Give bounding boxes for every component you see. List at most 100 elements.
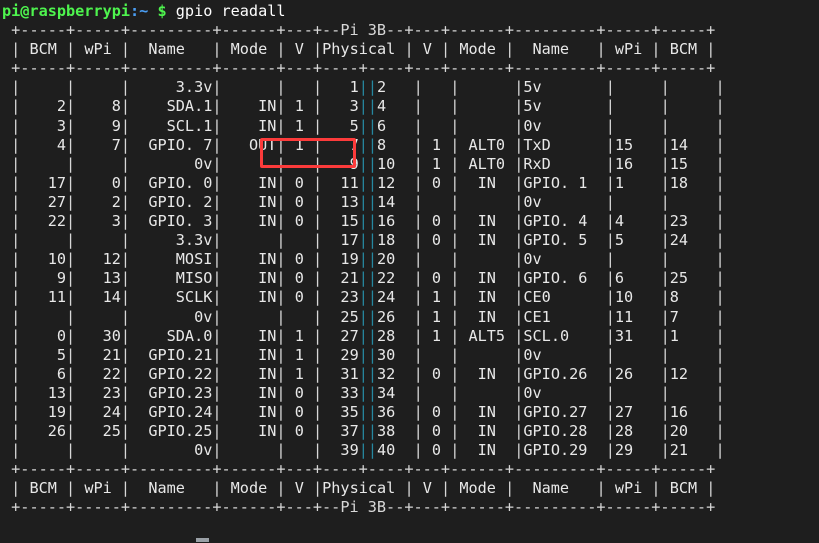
cell-name-right: 5v <box>523 97 606 116</box>
table-line-25: +-----+-----+---------+------+---+--Pi 3… <box>11 498 716 517</box>
cell-mode-right <box>459 384 514 402</box>
table-line-1: | BCM | wPi | Name | Mode | V |Physical … <box>11 40 716 59</box>
cell-bcm-left: 22 <box>20 212 67 231</box>
cell-physical-right: 10 <box>377 154 414 173</box>
cell-v-right: 0 <box>422 364 451 383</box>
cell-wpi-right: 27 <box>614 402 661 421</box>
cell-v-right: 0 <box>422 212 451 231</box>
cell-mode-left: IN <box>221 345 277 364</box>
cell-mode-left: IN <box>221 269 277 288</box>
cell-wpi-left <box>75 78 121 96</box>
cell-wpi-left <box>75 308 121 326</box>
cell-mode-left: IN <box>221 326 277 345</box>
cell-name-right: GPIO.26 <box>523 364 606 383</box>
cell-wpi-right <box>615 346 661 364</box>
header-mode-right: Mode <box>450 40 506 59</box>
cell-wpi-left <box>75 441 121 459</box>
cell-wpi-right <box>615 97 661 115</box>
cell-wpi-right <box>615 250 661 268</box>
cell-mode-left: IN <box>221 383 277 402</box>
cell-wpi-right: 6 <box>614 269 661 288</box>
cell-v-right <box>423 346 450 364</box>
table-line-15: | | | 0v| | | 25||26 | 1 | IN |CE1 |11 |… <box>11 307 725 326</box>
table-line-12: | 10| 12| MOSI| IN| 0 | 19||20 | | |0v |… <box>11 250 725 269</box>
cell-wpi-right: 1 <box>614 173 661 192</box>
cell-wpi-left: 14 <box>75 288 121 307</box>
header-mode-left: Mode <box>221 40 277 59</box>
cell-physical-right: 28 <box>377 326 414 345</box>
cell-name-left: GPIO. 0 <box>130 173 213 192</box>
header-mode-left: Mode <box>221 479 277 498</box>
cell-bcm-left: 4 <box>20 135 67 154</box>
cell-wpi-left: 9 <box>75 116 121 135</box>
cell-bcm-right: 14 <box>669 135 716 154</box>
cell-physical-left: 29 <box>322 345 359 364</box>
table-line-19: | 13| 23| GPIO.23| IN| 0 | 33||34 | | |0… <box>11 383 725 402</box>
table-line-21: | 26| 25| GPIO.25| IN| 0 | 37||38 | 0 | … <box>11 422 725 441</box>
table-line-13: | 9| 13| MISO| IN| 0 | 21||22 | 0 | IN |… <box>11 269 725 288</box>
cell-physical-left: 25 <box>322 307 359 326</box>
cell-name-left: 0v <box>130 154 213 173</box>
header-name-right: Name <box>514 479 597 498</box>
cell-bcm-right: 7 <box>669 307 716 326</box>
cell-wpi-right: 31 <box>614 326 661 345</box>
cell-physical-right: 22 <box>377 269 414 288</box>
cell-physical-left: 31 <box>322 364 359 383</box>
header-v-right: V <box>413 479 442 498</box>
cell-physical-left: 9 <box>322 154 359 173</box>
cell-name-left: SCL.1 <box>130 116 213 135</box>
cell-v-right: 0 <box>422 269 451 288</box>
cell-v-left: 0 <box>285 192 313 211</box>
cell-v-left <box>286 231 313 249</box>
cell-mode-right <box>459 346 514 364</box>
cell-physical-left: 17 <box>322 231 359 250</box>
cell-mode-left: IN <box>221 250 277 269</box>
cell-mode-left: IN <box>221 116 277 135</box>
table-line-4: | 2| 8| SDA.1| IN| 1 | 3||4 | | |5v | | … <box>11 97 725 116</box>
cell-mode-left: IN <box>221 192 277 211</box>
cell-v-left <box>286 155 313 173</box>
header-wpi-right: wPi <box>605 40 652 59</box>
cell-v-left: 1 <box>285 345 313 364</box>
cell-name-left: GPIO. 7 <box>130 135 213 154</box>
cell-physical-right: 30 <box>377 345 414 364</box>
cell-name-right: RxD <box>523 154 606 173</box>
terminal-window[interactable]: pi@raspberrypi:~ $ gpio readall +-----+-… <box>0 0 819 543</box>
cell-bcm-left: 2 <box>20 97 67 116</box>
shell-prompt-line: pi@raspberrypi:~ $ gpio readall <box>0 2 819 21</box>
table-line-7: | | | 0v| | | 9||10 | 1 | ALT0 |RxD |16 … <box>11 154 725 173</box>
cell-v-right: 1 <box>422 307 451 326</box>
cell-mode-right: ALT0 <box>459 135 515 154</box>
cell-bcm-left <box>20 441 66 459</box>
cell-wpi-left: 22 <box>75 364 121 383</box>
cell-bcm-right <box>670 193 716 211</box>
cell-mode-left: IN <box>221 288 277 307</box>
cell-name-left: SCLK <box>130 288 213 307</box>
cell-name-left: 0v <box>130 441 213 460</box>
cell-name-left: GPIO.24 <box>130 402 213 421</box>
cell-physical-left: 1 <box>322 78 359 97</box>
cell-name-left: SDA.0 <box>130 326 213 345</box>
cell-bcm-right: 18 <box>669 173 716 192</box>
cell-bcm-left: 13 <box>20 383 67 402</box>
header-v-right: V <box>413 40 442 59</box>
header-bcm-left: BCM <box>20 40 67 59</box>
header-v-left: V <box>285 479 313 498</box>
table-line-5: | 3| 9| SCL.1| IN| 1 | 5||6 | | |0v | | … <box>11 116 725 135</box>
cell-physical-right: 36 <box>377 402 414 421</box>
cell-bcm-left: 6 <box>20 364 67 383</box>
cell-name-right: GPIO. 6 <box>523 269 606 288</box>
cell-name-left: 3.3v <box>130 231 213 250</box>
cell-mode-left: IN <box>221 97 277 116</box>
cell-v-right: 1 <box>422 135 451 154</box>
cell-name-right: GPIO.28 <box>523 422 606 441</box>
cell-physical-left: 19 <box>322 250 359 269</box>
cell-mode-right <box>459 193 514 211</box>
cell-bcm-right: 21 <box>669 441 716 460</box>
cell-wpi-right: 28 <box>614 422 661 441</box>
cell-v-left: 0 <box>285 173 313 192</box>
cell-physical-left: 33 <box>322 383 359 402</box>
cell-physical-right: 24 <box>377 288 414 307</box>
table-line-24: | BCM | wPi | Name | Mode | V |Physical … <box>11 479 716 498</box>
table-line-22: | | | 0v| | | 39||40 | 0 | IN |GPIO.29 |… <box>11 441 725 460</box>
